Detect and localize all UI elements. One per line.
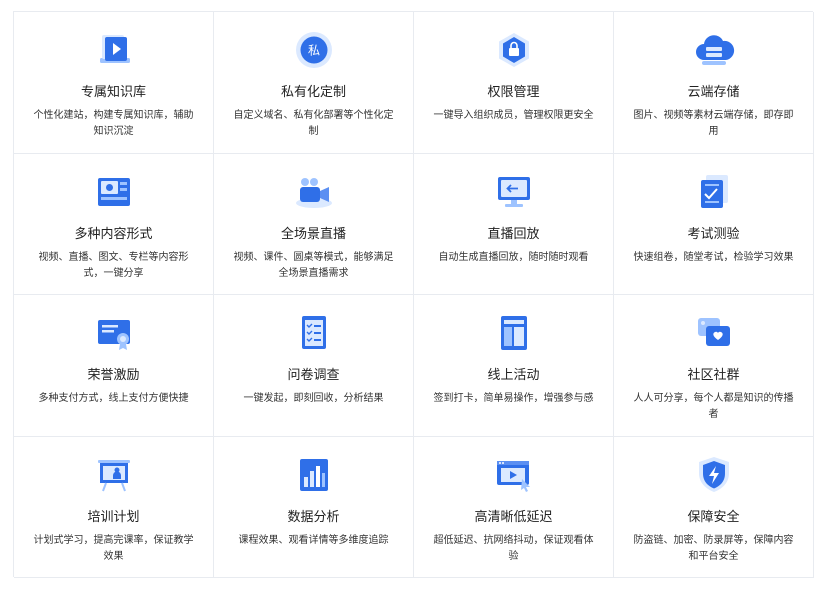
feature-grid: 专属知识库 个性化建站，构建专属知识库，辅助知识沉淀 私 私有化定制 自定义域名…: [13, 11, 814, 578]
feature-card-training[interactable]: 培训计划 计划式学习，提高完课率，保证教学效果: [14, 436, 214, 578]
checklist-survey-icon: [292, 311, 336, 355]
feature-description: 计划式学习，提高完课率，保证教学效果: [33, 534, 194, 562]
feature-description: 防盗链、加密、防录屏等，保障内容和平台安全: [633, 534, 794, 562]
feature-title: 云端存储: [687, 85, 740, 100]
feature-card-security[interactable]: 保障安全 防盗链、加密、防录屏等，保障内容和平台安全: [614, 436, 814, 578]
certificate-icon: [92, 311, 136, 355]
feature-card-low-latency[interactable]: 高清晰低延迟 超低延迟、抗网络抖动，保证观看体验: [414, 436, 614, 578]
feature-title: 高清晰低延迟: [474, 509, 553, 525]
feature-title: 权限管理: [487, 85, 540, 100]
online-activity-icon: [492, 311, 536, 355]
feature-description: 超低延迟、抗网络抖动，保证观看体验: [433, 534, 594, 562]
multi-content-icon: [92, 170, 136, 214]
feature-description: 快速组卷，随堂考试，检验学习效果: [633, 251, 794, 263]
feature-title: 多种内容形式: [74, 226, 153, 242]
feature-description: 自动生成直播回放，随时随时观看: [438, 251, 589, 263]
feature-title: 培训计划: [87, 509, 140, 525]
training-board-icon: [92, 453, 136, 497]
feature-card-cloud-storage[interactable]: 云端存储 图片、视频等素材云端存储，即存即用: [614, 12, 814, 154]
feature-card-online-activity[interactable]: 线上活动 签到打卡，简单易操作，增强参与感: [414, 295, 614, 437]
feature-card-community[interactable]: 社区社群 人人可分享，每个人都是知识的传播者: [614, 295, 814, 437]
feature-card-knowledge-base[interactable]: 专属知识库 个性化建站，构建专属知识库，辅助知识沉淀: [14, 12, 214, 154]
hd-player-icon: [492, 453, 536, 497]
feature-description: 视频、直播、图文、专栏等内容形式，一键分享: [38, 251, 189, 279]
video-library-icon: [92, 28, 136, 72]
cloud-storage-icon: [692, 28, 736, 72]
private-badge-icon: 私: [292, 28, 336, 72]
monitor-replay-icon: [492, 170, 536, 214]
feature-description: 图片、视频等素材云端存储，即存即用: [633, 110, 794, 137]
feature-title: 专属知识库: [80, 85, 146, 100]
feature-title: 线上活动: [487, 368, 540, 383]
security-shield-icon: [692, 453, 736, 497]
feature-description: 一键导入组织成员，管理权限更安全: [433, 110, 594, 121]
feature-description: 课程效果、观看详情等多维度追踪: [238, 534, 389, 546]
feature-card-exam[interactable]: 考试测验 快速组卷，随堂考试，检验学习效果: [614, 153, 814, 295]
feature-description: 视频、课件、圆桌等模式，能够满足全场景直播需求: [233, 251, 394, 279]
feature-card-survey[interactable]: 问卷调查 一键发起，即刻回收，分析结果: [214, 295, 414, 437]
feature-description: 一键发起，即刻回收，分析结果: [243, 393, 384, 404]
feature-title: 私有化定制: [280, 85, 346, 100]
feature-card-live-stream[interactable]: 全场景直播 视频、课件、圆桌等模式，能够满足全场景直播需求: [214, 153, 414, 295]
community-chat-icon: [692, 311, 736, 355]
feature-title: 问卷调查: [287, 368, 340, 383]
feature-card-private-deploy[interactable]: 私 私有化定制 自定义域名、私有化部署等个性化定制: [214, 12, 414, 154]
feature-description: 个性化建站，构建专属知识库，辅助知识沉淀: [33, 110, 194, 137]
private-badge-text: 私: [307, 44, 319, 58]
feature-card-replay[interactable]: 直播回放 自动生成直播回放，随时随时观看: [414, 153, 614, 295]
feature-title: 社区社群: [687, 368, 740, 383]
feature-description: 自定义域名、私有化部署等个性化定制: [233, 110, 394, 137]
lock-shield-icon: [492, 28, 536, 72]
feature-title: 荣誉激励: [87, 368, 140, 383]
camera-live-icon: [292, 170, 336, 214]
feature-title: 考试测验: [687, 226, 740, 242]
feature-card-honor[interactable]: 荣誉激励 多种支付方式，线上支付方便快捷: [14, 295, 214, 437]
feature-title: 全场景直播: [280, 226, 346, 242]
feature-title: 保障安全: [687, 509, 740, 525]
feature-description: 签到打卡，简单易操作，增强参与感: [433, 393, 594, 404]
feature-card-permission[interactable]: 权限管理 一键导入组织成员，管理权限更安全: [414, 12, 614, 154]
feature-description: 人人可分享，每个人都是知识的传播者: [633, 393, 794, 420]
feature-title: 数据分析: [287, 509, 340, 525]
feature-card-content-forms[interactable]: 多种内容形式 视频、直播、图文、专栏等内容形式，一键分享: [14, 153, 214, 295]
exam-paper-icon: [692, 170, 736, 214]
feature-title: 直播回放: [487, 226, 540, 242]
bar-chart-icon: [292, 453, 336, 497]
feature-description: 多种支付方式，线上支付方便快捷: [38, 393, 189, 404]
feature-card-data-analysis[interactable]: 数据分析 课程效果、观看详情等多维度追踪: [214, 436, 414, 578]
